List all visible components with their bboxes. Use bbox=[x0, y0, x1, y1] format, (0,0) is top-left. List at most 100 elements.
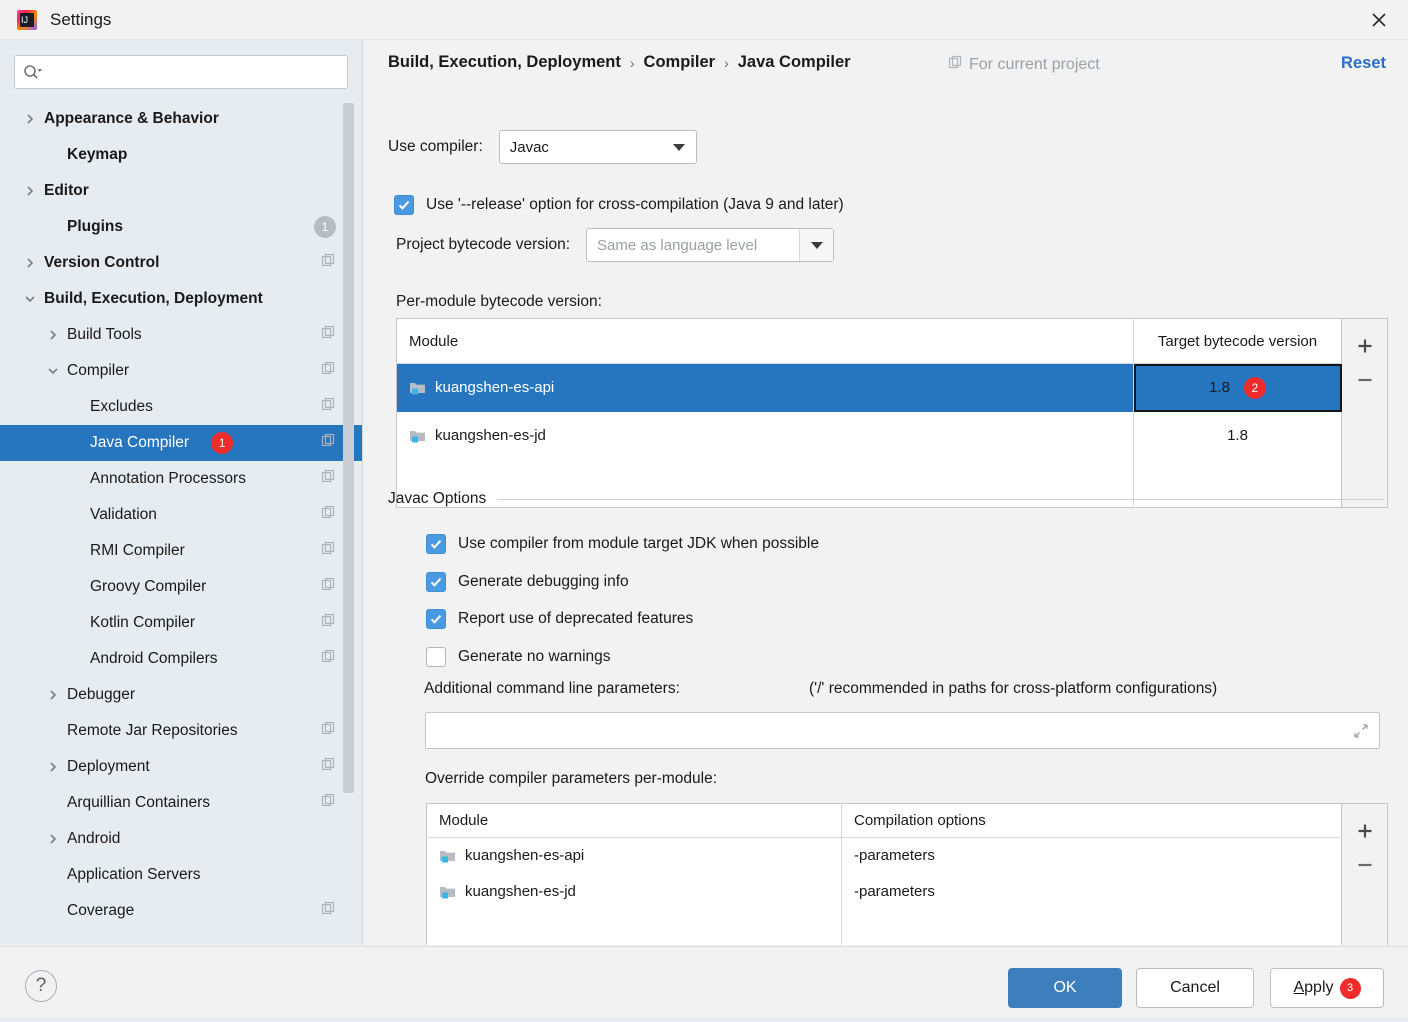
cell-module[interactable]: kuangshen-es-jd bbox=[397, 412, 1134, 460]
chevron-right-icon[interactable] bbox=[45, 327, 61, 343]
copy-icon[interactable] bbox=[321, 397, 336, 417]
sidebar-item-validation[interactable]: Validation bbox=[0, 497, 362, 533]
copy-icon[interactable] bbox=[321, 577, 336, 597]
cancel-button[interactable]: Cancel bbox=[1136, 968, 1254, 1008]
ok-button[interactable]: OK bbox=[1008, 968, 1122, 1008]
column-header-module[interactable]: Module bbox=[397, 319, 1134, 364]
module-name: kuangshen-es-api bbox=[435, 379, 554, 396]
table-row[interactable]: kuangshen-es-jd1.8 bbox=[397, 412, 1342, 460]
table-row[interactable]: kuangshen-es-jd-parameters bbox=[427, 874, 1342, 910]
tree-spacer bbox=[45, 147, 61, 163]
tree-spacer bbox=[68, 615, 84, 631]
javac-checkbox-generate-debugging-info[interactable]: Generate debugging info bbox=[426, 572, 629, 592]
copy-icon[interactable] bbox=[321, 253, 336, 273]
help-button[interactable]: ? bbox=[25, 970, 57, 1002]
search-box[interactable] bbox=[14, 55, 348, 89]
chevron-right-icon[interactable] bbox=[22, 255, 38, 271]
chevron-right-icon[interactable] bbox=[45, 831, 61, 847]
additional-params-input[interactable] bbox=[434, 713, 1351, 748]
copy-icon[interactable] bbox=[321, 433, 336, 453]
sidebar-item-java-compiler[interactable]: Java Compiler1 bbox=[0, 425, 362, 461]
chevron-down-icon[interactable] bbox=[799, 229, 833, 261]
sidebar-item-appearance-behavior[interactable]: Appearance & Behavior bbox=[0, 101, 362, 137]
sidebar-item-rmi-compiler[interactable]: RMI Compiler bbox=[0, 533, 362, 569]
additional-params-field[interactable] bbox=[425, 712, 1380, 749]
cell-module[interactable]: kuangshen-es-jd bbox=[427, 874, 842, 910]
chevron-right-icon[interactable] bbox=[22, 183, 38, 199]
per-module-table-toolbar bbox=[1342, 318, 1388, 508]
sidebar-item-kotlin-compiler[interactable]: Kotlin Compiler bbox=[0, 605, 362, 641]
cell-compilation-options[interactable]: -parameters bbox=[842, 838, 1342, 874]
sidebar-item-plugins[interactable]: Plugins1 bbox=[0, 209, 362, 245]
search-input[interactable] bbox=[45, 63, 339, 81]
sidebar-scrollbar-thumb[interactable] bbox=[343, 103, 354, 793]
plus-icon[interactable] bbox=[1348, 814, 1382, 848]
sidebar-item-coverage[interactable]: Coverage bbox=[0, 893, 362, 929]
sidebar-item-build-tools[interactable]: Build Tools bbox=[0, 317, 362, 353]
use-compiler-dropdown[interactable]: Javac bbox=[499, 130, 697, 164]
copy-icon[interactable] bbox=[321, 757, 336, 777]
copy-icon[interactable] bbox=[321, 469, 336, 489]
sidebar-item-compiler[interactable]: Compiler bbox=[0, 353, 362, 389]
apply-button[interactable]: Apply 3 bbox=[1270, 968, 1384, 1008]
project-bytecode-dropdown[interactable]: Same as language level bbox=[586, 228, 834, 262]
sidebar-item-arquillian-containers[interactable]: Arquillian Containers bbox=[0, 785, 362, 821]
chevron-down-icon[interactable] bbox=[22, 291, 38, 307]
sidebar-item-version-control[interactable]: Version Control bbox=[0, 245, 362, 281]
sidebar-item-android-compilers[interactable]: Android Compilers bbox=[0, 641, 362, 677]
column-header-compilation-options[interactable]: Compilation options bbox=[842, 804, 1342, 838]
cell-target-bytecode[interactable]: 1.82 bbox=[1134, 364, 1342, 412]
table-row[interactable]: kuangshen-es-api 1.82 bbox=[397, 364, 1342, 412]
chevron-down-icon[interactable] bbox=[662, 131, 696, 163]
close-icon[interactable] bbox=[1350, 0, 1408, 40]
sidebar-item-groovy-compiler[interactable]: Groovy Compiler bbox=[0, 569, 362, 605]
chevron-right-icon[interactable] bbox=[45, 759, 61, 775]
sidebar-item-editor[interactable]: Editor bbox=[0, 173, 362, 209]
column-header-module[interactable]: Module bbox=[427, 804, 842, 838]
sidebar-item-debugger[interactable]: Debugger bbox=[0, 677, 362, 713]
cell-module[interactable]: kuangshen-es-api bbox=[397, 364, 1134, 412]
column-header-target-bytecode[interactable]: Target bytecode version bbox=[1134, 319, 1342, 364]
copy-icon[interactable] bbox=[321, 613, 336, 633]
copy-icon[interactable] bbox=[321, 901, 336, 921]
sidebar-item-remote-jar-repositories[interactable]: Remote Jar Repositories bbox=[0, 713, 362, 749]
cell-module[interactable]: kuangshen-es-api bbox=[427, 838, 842, 874]
copy-icon[interactable] bbox=[321, 721, 336, 741]
copy-icon[interactable] bbox=[321, 793, 336, 813]
expand-icon[interactable] bbox=[1351, 721, 1371, 741]
chevron-down-icon[interactable] bbox=[45, 363, 61, 379]
sidebar-item-android[interactable]: Android bbox=[0, 821, 362, 857]
sidebar-item-label: Plugins bbox=[67, 218, 123, 236]
cell-compilation-options[interactable]: -parameters bbox=[842, 874, 1342, 910]
sidebar-item-build-execution-deployment[interactable]: Build, Execution, Deployment bbox=[0, 281, 362, 317]
sidebar-item-deployment[interactable]: Deployment bbox=[0, 749, 362, 785]
breadcrumb-item-1[interactable]: Compiler bbox=[644, 53, 716, 72]
copy-icon[interactable] bbox=[321, 649, 336, 669]
javac-checkbox-generate-no-warnings[interactable]: Generate no warnings bbox=[426, 647, 611, 667]
copy-icon[interactable] bbox=[321, 361, 336, 381]
cell-target-bytecode[interactable]: 1.8 bbox=[1134, 412, 1342, 460]
minus-icon[interactable] bbox=[1348, 848, 1382, 882]
table-row[interactable]: kuangshen-es-api-parameters bbox=[427, 838, 1342, 874]
reset-link[interactable]: Reset bbox=[1341, 54, 1386, 73]
sidebar-item-application-servers[interactable]: Application Servers bbox=[0, 857, 362, 893]
per-module-bytecode-table[interactable]: ModuleTarget bytecode versionkuangshen-e… bbox=[396, 318, 1342, 508]
override-compiler-params-table[interactable]: ModuleCompilation optionskuangshen-es-ap… bbox=[426, 803, 1342, 945]
plus-icon[interactable] bbox=[1348, 329, 1382, 363]
use-release-option-checkbox[interactable]: Use '--release' option for cross-compila… bbox=[394, 195, 844, 215]
sidebar-scrollbar[interactable] bbox=[343, 103, 354, 933]
sidebar-item-annotation-processors[interactable]: Annotation Processors bbox=[0, 461, 362, 497]
chevron-right-icon[interactable] bbox=[22, 111, 38, 127]
breadcrumb-item-0[interactable]: Build, Execution, Deployment bbox=[388, 53, 621, 72]
sidebar-item-excludes[interactable]: Excludes bbox=[0, 389, 362, 425]
chevron-right-icon[interactable] bbox=[45, 687, 61, 703]
javac-checkbox-report-use-of-deprecated-features[interactable]: Report use of deprecated features bbox=[426, 609, 693, 629]
copy-icon[interactable] bbox=[321, 541, 336, 561]
sidebar-item-keymap[interactable]: Keymap bbox=[0, 137, 362, 173]
minus-icon[interactable] bbox=[1348, 363, 1382, 397]
sidebar-item-label: Arquillian Containers bbox=[67, 794, 210, 812]
dialog-footer: ? OK Cancel Apply 3 bbox=[0, 946, 1408, 1022]
copy-icon[interactable] bbox=[321, 325, 336, 345]
copy-icon[interactable] bbox=[321, 505, 336, 525]
javac-checkbox-use-compiler-from-module-target-jdk-when-possible[interactable]: Use compiler from module target JDK when… bbox=[426, 534, 819, 554]
